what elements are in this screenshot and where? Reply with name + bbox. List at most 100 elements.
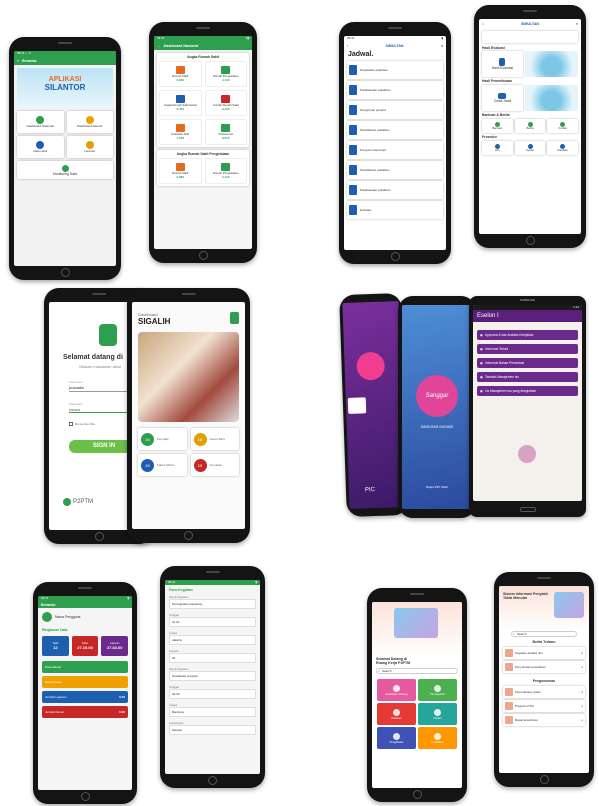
stat-box[interactable]: Laporan 27.63.00 [101, 636, 129, 656]
field-input[interactable]: Bandung [169, 707, 256, 717]
tile-value: 8,010 [221, 136, 230, 140]
menu-button[interactable]: ▣ Lis Manajemen Isu yang diregistrasi [477, 386, 578, 396]
category-tile[interactable]: Konsultasi [418, 727, 457, 749]
row-label: Jumlah Laporan [45, 695, 67, 699]
stat-tile[interactable]: Kawasan Aktif 1,550 [159, 119, 202, 145]
shortcut-label: Berita [526, 127, 534, 130]
menu-label: Laporan [84, 149, 96, 153]
stat-tile[interactable]: Jumlah Rumah Sakit 3,120 [204, 90, 247, 116]
category-tile[interactable]: Pencegahan [418, 679, 457, 701]
shortcut-button[interactable]: Alur [482, 141, 513, 155]
schedule-item[interactable]: Pengiriman peserta [347, 101, 443, 119]
schedule-item[interactable]: Pendaftaran pelatihan [347, 161, 443, 179]
home-button[interactable] [519, 507, 536, 512]
thumb-icon [505, 716, 513, 724]
news-item[interactable]: Rapat koordinasi ● [503, 714, 585, 726]
summary-row[interactable]: Jumlah Revisi 0.00 [42, 706, 128, 718]
home-icon[interactable]: ⌂ [482, 22, 484, 26]
news-item[interactable]: Kegiatan deteksi dini ● [503, 647, 585, 659]
shortcut-button[interactable]: Panduan [547, 141, 579, 155]
stat-card[interactable]: 10 Kematian [190, 454, 239, 476]
stat-box[interactable]: Data 27.10.00 [71, 636, 99, 656]
schedule-item[interactable]: Pengumuman hasil [347, 141, 443, 159]
news-item[interactable]: Program PTM ● [503, 700, 585, 712]
stat-tile[interactable]: Rumah Sakit 2,980 [159, 61, 202, 87]
menu-button[interactable]: ▣ Informasi Terkini [477, 344, 578, 354]
news-label: Penyuluhan kesehatan [515, 665, 546, 669]
menu-card[interactable]: Laporan [66, 136, 113, 158]
field-input[interactable]: Sosialisasi program [169, 671, 256, 681]
schedule-item[interactable]: Pendaftaran pelatihan [347, 121, 443, 139]
stat-tile[interactable]: Rumah Pengelolaan 4,120 [204, 158, 247, 184]
field-input[interactable]: 30 [169, 653, 256, 663]
field-input[interactable]: Jakarta [169, 635, 256, 645]
back-icon[interactable]: ← [157, 44, 161, 48]
shortcut-button[interactable]: Kontak [547, 119, 579, 133]
stat-card[interactable]: 15 Faktor Risiko [138, 454, 187, 476]
shortcut-button[interactable]: Bantuan [482, 119, 513, 133]
field-input[interactable]: 01-01 [169, 617, 256, 627]
field-input[interactable]: 02-02 [169, 689, 256, 699]
illustration-2 [524, 85, 578, 111]
monitor-icon [61, 164, 69, 172]
category-tile[interactable]: Diabetes [377, 703, 416, 725]
section-title: Angka Rumah Sakit [187, 55, 219, 59]
category-icon [434, 708, 441, 716]
thumb-icon [505, 649, 513, 657]
stat-tile[interactable]: Puskesmas 8,010 [204, 119, 247, 145]
shortcut-button[interactable]: Syarat [514, 141, 546, 155]
evaluation-button[interactable]: Hasil Evaluasi [482, 51, 523, 77]
summary-row[interactable]: Data Masuk [42, 661, 128, 673]
phone-13: Sistem Informasi Penyakit Tidak Menular … [494, 572, 594, 787]
remember-checkbox[interactable]: Remember Me [69, 422, 95, 426]
banner-line2: SILANTOR [44, 83, 86, 92]
category-icon [393, 684, 400, 692]
phone-4: ⌂ SIMULTAN ● Hasil Evaluasi Hasil Evaluasi… [474, 5, 586, 248]
tile-value: 3,120 [221, 107, 230, 111]
field-input[interactable]: Peningkatan kapasitas [169, 599, 256, 609]
user-icon[interactable]: ● [576, 22, 578, 26]
stat-card[interactable]: 16 Kasus Baru [190, 428, 239, 450]
menu-card[interactable]: Data Hasil [17, 136, 64, 158]
search-input[interactable]: ⌕ Search [511, 631, 577, 637]
illustration [524, 51, 578, 77]
stat-value: 27.10.00 [77, 645, 93, 650]
stat-box[interactable]: Total 12 [42, 636, 69, 656]
summary-row[interactable]: Jumlah Laporan 0.00 [42, 691, 128, 703]
menu-card[interactable]: Dashboard Nasional [17, 111, 64, 133]
schedule-item[interactable]: Pelaksanaan pelatihan [347, 181, 443, 199]
category-icon [393, 708, 400, 716]
house-icon [221, 163, 231, 171]
news-item[interactable]: Penyuluhan kesehatan ● [503, 661, 585, 673]
print-button[interactable]: Cetak Hasil [482, 85, 523, 111]
form-field: Lokasi Bandung [169, 703, 256, 717]
stat-card[interactable]: 34 Penyakit [138, 428, 187, 450]
category-tile[interactable]: Kesehatan Jantung [377, 679, 416, 701]
menu-button[interactable]: ▣ Informasi Bahan Presentasi [477, 358, 578, 368]
user-icon[interactable]: ● [441, 44, 443, 48]
menu-button[interactable]: ▣ Approval & dan Analisis Kebijakan [477, 330, 578, 340]
hero-illustration [554, 592, 584, 618]
schedule-item[interactable]: Pelaksanaan pelatihan [347, 81, 443, 99]
search-input[interactable]: ⌕ Search [376, 668, 458, 674]
menu-icon[interactable]: ≡ [17, 59, 19, 63]
stat-tile[interactable]: Rumah Pengelolaan 4,120 [204, 61, 247, 87]
thumb-icon [505, 702, 513, 710]
category-tile[interactable]: Penglihatan [377, 727, 416, 749]
menu-button[interactable]: ▣ Tambah Manajemen Isu [477, 372, 578, 382]
doc-icon [349, 185, 357, 195]
stat-tile[interactable]: Angka Rumah Sakit Sehat 2,450 [159, 90, 202, 116]
stat-tile[interactable]: Rumah Sakit 2,980 [159, 158, 202, 184]
top-card [482, 31, 578, 43]
schedule-item[interactable]: Evaluasi [347, 201, 443, 219]
menu-label: Informasi Terkini [485, 347, 509, 351]
summary-row[interactable]: Data Proses [42, 676, 128, 688]
back-icon[interactable]: ‹ [347, 44, 348, 48]
category-tile[interactable]: Kanker [418, 703, 457, 725]
schedule-item[interactable]: Penjelasan pelatihan [347, 61, 443, 79]
news-item[interactable]: Pemeriksaan gratis ● [503, 686, 585, 698]
field-input[interactable]: Selesai [169, 725, 256, 735]
menu-card[interactable]: Dashboard Daerah [66, 111, 113, 133]
monitoring-button[interactable]: Monitoring Data [17, 161, 113, 179]
shortcut-button[interactable]: Berita [514, 119, 546, 133]
